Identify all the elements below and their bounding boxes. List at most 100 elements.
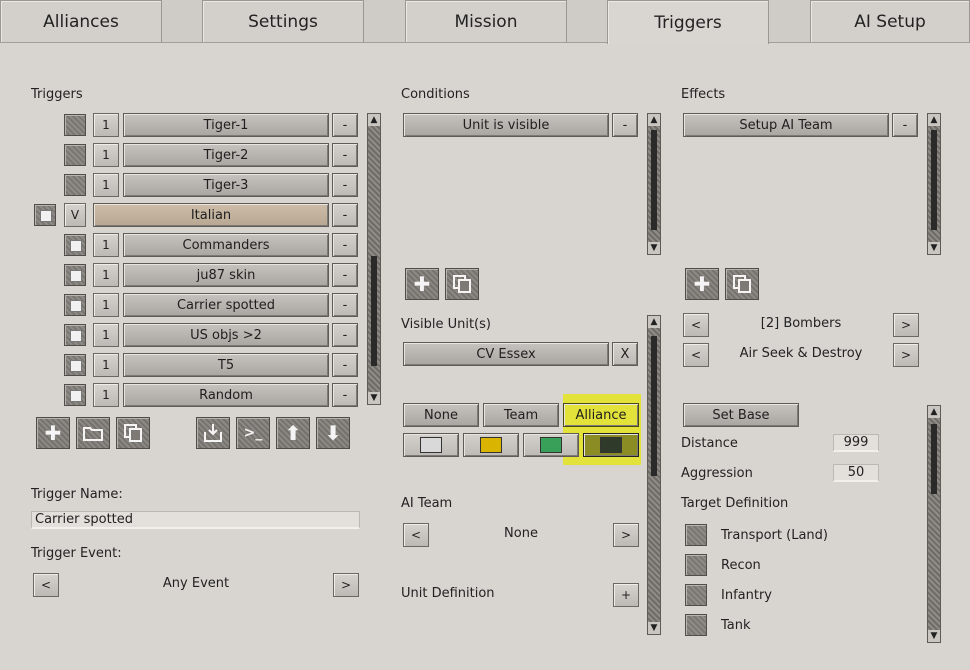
scroll-up-icon[interactable]: ▲ — [648, 114, 660, 126]
move-down-button[interactable]: ⬇ — [316, 417, 350, 449]
group-next-button[interactable]: > — [893, 313, 919, 337]
effect-item[interactable]: Setup AI Team — [683, 113, 889, 137]
ai-team-prev-button[interactable]: < — [403, 523, 429, 547]
trigger-remove-button[interactable]: - — [332, 173, 358, 197]
scroll-up-icon[interactable]: ▲ — [928, 406, 940, 418]
copy-effect-button[interactable] — [725, 268, 759, 300]
condition-item[interactable]: Unit is visible — [403, 113, 609, 137]
scroll-up-icon[interactable]: ▲ — [368, 114, 380, 126]
trigger-enable-checkbox[interactable] — [64, 384, 86, 406]
trigger-enable-checkbox[interactable] — [64, 144, 86, 166]
trigger-item[interactable]: Tiger-3 — [123, 173, 329, 197]
visible-unit-item[interactable]: CV Essex — [403, 342, 609, 366]
trigger-repeat-count[interactable]: 1 — [93, 383, 119, 407]
trigger-item[interactable]: Italian — [93, 203, 329, 227]
scroll-thumb[interactable] — [931, 424, 937, 494]
filter-team-button[interactable]: Team — [483, 403, 559, 427]
trigger-event-next-button[interactable]: > — [333, 573, 359, 597]
trigger-item[interactable]: Tiger-2 — [123, 143, 329, 167]
mission-next-button[interactable]: > — [893, 343, 919, 367]
trigger-remove-button[interactable]: - — [332, 143, 358, 167]
move-up-button[interactable]: ⬆ — [276, 417, 310, 449]
trigger-repeat-count[interactable]: V — [64, 203, 86, 227]
effects-detail-scrollbar[interactable]: ▲ ▼ — [927, 405, 941, 643]
trigger-repeat-count[interactable]: 1 — [93, 233, 119, 257]
copy-condition-button[interactable] — [445, 268, 479, 300]
add-condition-button[interactable]: ✚ — [405, 268, 439, 300]
filter-alliance-button[interactable]: Alliance — [563, 403, 639, 427]
scroll-thumb[interactable] — [371, 256, 377, 366]
visible-unit-remove-button[interactable]: X — [612, 342, 638, 366]
conditions-detail-scrollbar[interactable]: ▲ ▼ — [647, 315, 661, 635]
scroll-down-icon[interactable]: ▼ — [648, 622, 660, 634]
target-infantry-checkbox[interactable] — [685, 584, 707, 606]
swatch-button-green[interactable] — [523, 433, 579, 457]
trigger-enable-checkbox[interactable] — [34, 204, 56, 226]
add-effect-button[interactable]: ✚ — [685, 268, 719, 300]
effect-remove-button[interactable]: - — [892, 113, 918, 137]
trigger-item[interactable]: ju87 skin — [123, 263, 329, 287]
trigger-list-scrollbar[interactable]: ▲ ▼ — [367, 113, 381, 405]
unit-definition-add-button[interactable]: + — [613, 583, 639, 607]
scroll-up-icon[interactable]: ▲ — [648, 316, 660, 328]
target-tank-checkbox[interactable] — [685, 614, 707, 636]
trigger-event-prev-button[interactable]: < — [33, 573, 59, 597]
tab-triggers[interactable]: Triggers — [607, 0, 769, 44]
scroll-down-icon[interactable]: ▼ — [648, 242, 660, 254]
trigger-remove-button[interactable]: - — [332, 383, 358, 407]
scroll-thumb[interactable] — [931, 130, 937, 230]
trigger-repeat-count[interactable]: 1 — [93, 323, 119, 347]
trigger-remove-button[interactable]: - — [332, 113, 358, 137]
swatch-button-dark[interactable] — [583, 433, 639, 457]
swatch-button-white[interactable] — [403, 433, 459, 457]
console-button[interactable]: >_ — [236, 417, 270, 449]
add-trigger-button[interactable]: ✚ — [36, 417, 70, 449]
swatch-button-yellow[interactable] — [463, 433, 519, 457]
filter-none-button[interactable]: None — [403, 403, 479, 427]
trigger-repeat-count[interactable]: 1 — [93, 293, 119, 317]
aggression-input[interactable]: 50 — [833, 464, 879, 482]
trigger-enable-checkbox[interactable] — [64, 114, 86, 136]
trigger-repeat-count[interactable]: 1 — [93, 353, 119, 377]
scroll-thumb[interactable] — [651, 130, 657, 230]
trigger-enable-checkbox[interactable] — [64, 174, 86, 196]
target-transport-checkbox[interactable] — [685, 524, 707, 546]
import-button[interactable] — [196, 417, 230, 449]
trigger-remove-button[interactable]: - — [332, 233, 358, 257]
conditions-scrollbar[interactable]: ▲ ▼ — [647, 113, 661, 255]
scroll-thumb[interactable] — [651, 336, 657, 476]
trigger-name-input[interactable]: Carrier spotted — [31, 511, 360, 529]
trigger-item[interactable]: Random — [123, 383, 329, 407]
trigger-remove-button[interactable]: - — [332, 293, 358, 317]
trigger-repeat-count[interactable]: 1 — [93, 113, 119, 137]
target-recon-checkbox[interactable] — [685, 554, 707, 576]
scroll-up-icon[interactable]: ▲ — [928, 114, 940, 126]
tab-alliances[interactable]: Alliances — [0, 0, 162, 42]
distance-input[interactable]: 999 — [833, 434, 879, 452]
trigger-remove-button[interactable]: - — [332, 323, 358, 347]
copy-trigger-button[interactable] — [116, 417, 150, 449]
trigger-repeat-count[interactable]: 1 — [93, 173, 119, 197]
trigger-item[interactable]: Tiger-1 — [123, 113, 329, 137]
scroll-down-icon[interactable]: ▼ — [368, 392, 380, 404]
trigger-remove-button[interactable]: - — [332, 353, 358, 377]
ai-team-next-button[interactable]: > — [613, 523, 639, 547]
trigger-enable-checkbox[interactable] — [64, 294, 86, 316]
trigger-remove-button[interactable]: - — [332, 203, 358, 227]
condition-remove-button[interactable]: - — [612, 113, 638, 137]
tab-settings[interactable]: Settings — [202, 0, 364, 42]
tab-mission[interactable]: Mission — [405, 0, 567, 42]
set-base-button[interactable]: Set Base — [683, 403, 799, 427]
trigger-item[interactable]: US objs >2 — [123, 323, 329, 347]
mission-prev-button[interactable]: < — [683, 343, 709, 367]
trigger-enable-checkbox[interactable] — [64, 234, 86, 256]
scroll-down-icon[interactable]: ▼ — [928, 242, 940, 254]
trigger-repeat-count[interactable]: 1 — [93, 263, 119, 287]
trigger-item[interactable]: Carrier spotted — [123, 293, 329, 317]
trigger-enable-checkbox[interactable] — [64, 354, 86, 376]
trigger-repeat-count[interactable]: 1 — [93, 143, 119, 167]
open-folder-button[interactable] — [76, 417, 110, 449]
scroll-down-icon[interactable]: ▼ — [928, 630, 940, 642]
trigger-item[interactable]: Commanders — [123, 233, 329, 257]
trigger-enable-checkbox[interactable] — [64, 324, 86, 346]
